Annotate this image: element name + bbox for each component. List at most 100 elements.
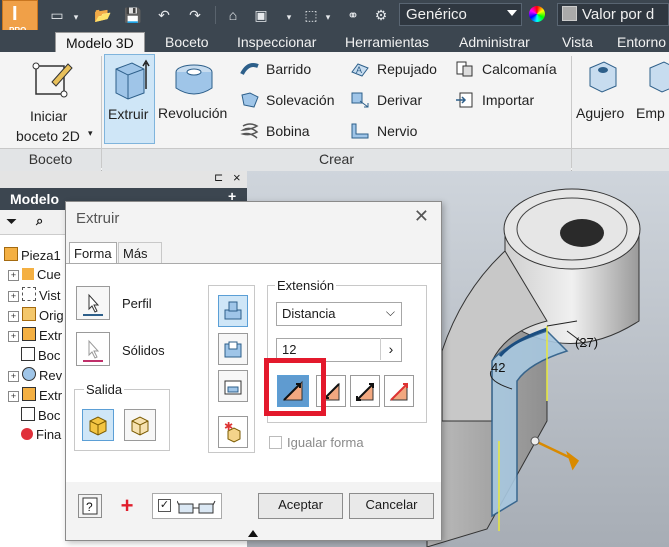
revolve-icon bbox=[175, 64, 213, 95]
new-solid-icon: ✱ bbox=[224, 421, 241, 443]
tree-item-root[interactable]: Pieza1 bbox=[4, 247, 61, 263]
chevron-down-icon[interactable]: ▾ bbox=[88, 128, 93, 139]
dimension-angle[interactable]: 42 bbox=[491, 360, 505, 375]
chevron-right-icon[interactable]: › bbox=[380, 338, 401, 360]
start-sketch-button[interactable]: Iniciar boceto 2D ▾ bbox=[8, 56, 100, 146]
new-solid-button[interactable]: ✱ bbox=[218, 416, 248, 448]
expander-icon[interactable]: + bbox=[8, 371, 19, 382]
select-icon[interactable]: ⬚ bbox=[302, 7, 320, 23]
dropdown-icon[interactable]: ▾ bbox=[280, 9, 298, 25]
solids-select-button[interactable] bbox=[76, 332, 110, 366]
rib-button[interactable]: Nervio bbox=[350, 120, 450, 144]
tab-inspeccionar[interactable]: Inspeccionar bbox=[237, 32, 316, 52]
close-icon[interactable]: × bbox=[233, 170, 241, 185]
tree-item[interactable]: + Orig bbox=[8, 307, 64, 323]
tree-item[interactable]: + Extr bbox=[8, 387, 62, 403]
new-dropdown-icon[interactable]: ▾ bbox=[67, 9, 85, 25]
tree-item[interactable]: + Extr bbox=[8, 327, 62, 343]
expander-icon[interactable]: + bbox=[8, 331, 19, 342]
cancel-button[interactable]: Cancelar bbox=[349, 493, 434, 519]
tree-item[interactable]: + Rev bbox=[8, 367, 62, 383]
join-button[interactable] bbox=[218, 295, 248, 327]
rib-label: Nervio bbox=[377, 123, 418, 139]
extrude-feature-icon bbox=[22, 327, 36, 341]
undo-icon[interactable]: ↶ bbox=[155, 7, 173, 23]
intersect-icon bbox=[224, 380, 242, 395]
appearance-select[interactable]: Valor por d bbox=[557, 3, 669, 26]
select-dropdown-icon[interactable]: ▾ bbox=[319, 9, 337, 25]
decal-button[interactable]: Calcomanía bbox=[455, 58, 565, 82]
tree-item[interactable]: Fina bbox=[21, 427, 61, 442]
hole-button[interactable]: Agujero bbox=[574, 54, 632, 144]
filter-icon[interactable]: ⏷ bbox=[6, 213, 17, 230]
sweep-button[interactable]: Barrido bbox=[238, 58, 338, 82]
intersect-button[interactable] bbox=[218, 370, 248, 402]
expander-icon[interactable]: + bbox=[8, 270, 19, 281]
tree-item-label: Boc bbox=[38, 408, 61, 423]
extrude-icon bbox=[115, 59, 150, 100]
emboss-button[interactable]: A Repujado bbox=[350, 58, 450, 82]
save-icon[interactable]: 💾 bbox=[124, 7, 142, 23]
plus-icon[interactable]: + bbox=[116, 494, 138, 518]
update-gear-icon[interactable]: ⚙ bbox=[372, 7, 390, 23]
profile-select-button[interactable] bbox=[76, 286, 110, 320]
match-shape-label: Igualar forma bbox=[287, 435, 364, 450]
extrude-dialog: Extruir ✕ Forma Más Perfil Sólidos Salid… bbox=[65, 201, 442, 541]
tab-vista[interactable]: Vista bbox=[562, 32, 593, 52]
new-file-icon[interactable]: ▭ bbox=[48, 7, 66, 23]
preview-toggle[interactable]: ✓ bbox=[152, 493, 222, 519]
ribbon: Iniciar boceto 2D ▾ Boceto Extruir Revol… bbox=[0, 52, 669, 171]
tab-modelo-3d[interactable]: Modelo 3D bbox=[55, 32, 145, 52]
import-button[interactable]: Importar bbox=[455, 89, 565, 113]
checkbox-checked-icon[interactable]: ✓ bbox=[158, 499, 171, 512]
accept-button[interactable]: Aceptar bbox=[258, 493, 343, 519]
tree-item[interactable]: + Cue bbox=[8, 267, 61, 282]
project-icon[interactable]: ▣ bbox=[252, 7, 270, 23]
tab-boceto[interactable]: Boceto bbox=[165, 32, 209, 52]
open-folder-icon[interactable]: 📂 bbox=[94, 7, 112, 23]
output-solid-button[interactable] bbox=[82, 409, 114, 441]
dimension-reference[interactable]: (27) bbox=[575, 335, 598, 350]
match-shape-checkbox[interactable] bbox=[269, 436, 282, 449]
extension-type-select[interactable]: Distancia ⌵ bbox=[276, 302, 402, 326]
coil-button[interactable]: Bobina bbox=[238, 120, 338, 144]
view-icon bbox=[22, 287, 36, 301]
output-surface-button[interactable] bbox=[124, 409, 156, 441]
link-icon[interactable]: ⚭ bbox=[344, 7, 362, 23]
collapse-arrow-icon[interactable] bbox=[248, 530, 258, 537]
loft-label: Solevación bbox=[266, 92, 335, 108]
tree-item[interactable]: + Vist bbox=[8, 287, 60, 303]
home-icon[interactable]: ⌂ bbox=[224, 7, 242, 23]
loft-button[interactable]: Solevación bbox=[238, 89, 338, 113]
color-wheel-icon[interactable] bbox=[529, 6, 545, 22]
redo-icon[interactable]: ↷ bbox=[186, 7, 204, 23]
fillet-button[interactable]: Emp bbox=[634, 54, 669, 144]
chevron-down-icon: ⌵ bbox=[385, 305, 395, 319]
help-button[interactable]: ? bbox=[78, 494, 102, 518]
pin-icon[interactable]: ⊏ bbox=[214, 171, 223, 184]
direction-asymmetric-button[interactable] bbox=[384, 375, 414, 407]
expander-icon[interactable]: + bbox=[8, 391, 19, 402]
cut-button[interactable] bbox=[218, 333, 248, 365]
tab-administrar[interactable]: Administrar bbox=[459, 32, 530, 52]
revolve-button[interactable]: Revolución bbox=[156, 54, 234, 144]
cursor-arrow-icon bbox=[83, 293, 103, 316]
revolve-feature-icon bbox=[22, 367, 36, 381]
close-icon[interactable]: ✕ bbox=[414, 206, 429, 227]
derive-button[interactable]: Derivar bbox=[350, 89, 450, 113]
expander-icon[interactable]: + bbox=[8, 291, 19, 302]
tab-mas[interactable]: Más bbox=[118, 242, 162, 264]
tree-item[interactable]: Boc bbox=[21, 347, 60, 363]
tree-item[interactable]: Boc bbox=[21, 407, 60, 423]
extrude-button[interactable]: Extruir bbox=[104, 54, 155, 144]
appearance-swatch-icon bbox=[562, 6, 577, 21]
tab-herramientas[interactable]: Herramientas bbox=[345, 32, 429, 52]
help-icon: ? bbox=[82, 497, 98, 515]
tree-item-label: Pieza1 bbox=[21, 248, 61, 263]
tab-entorno[interactable]: Entorno bbox=[617, 32, 666, 52]
binoculars-icon[interactable]: ⌕ bbox=[36, 213, 43, 229]
material-select[interactable]: Genérico bbox=[399, 3, 522, 26]
expander-icon[interactable]: + bbox=[8, 311, 19, 322]
direction-symmetric-button[interactable] bbox=[350, 375, 380, 407]
tab-forma[interactable]: Forma bbox=[69, 242, 117, 264]
